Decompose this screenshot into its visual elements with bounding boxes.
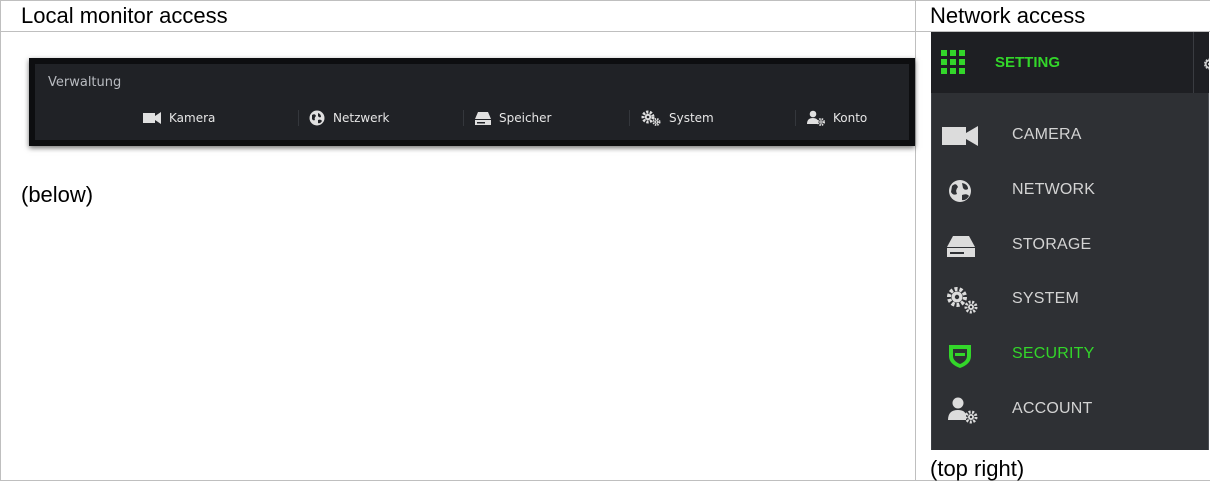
account-user-gear-icon [807, 110, 825, 126]
menu-item-label: NETWORK [1012, 181, 1095, 199]
setting-menu-label[interactable]: SETTING [995, 54, 1060, 71]
network-setting-menu: SETTING ⚙ CAMERA [931, 32, 1209, 450]
below-caption: (below) [21, 182, 93, 208]
menu-item-label: ACCOUNT [1012, 400, 1093, 418]
local-cell: Verwaltung Kamera [1, 32, 916, 481]
menu-item-system[interactable]: SYSTEM [932, 273, 1209, 327]
system-gears-icon [940, 285, 984, 315]
local-item-system[interactable]: System [641, 108, 714, 128]
dropdown-edge [1208, 93, 1209, 450]
menu-item-label: SYSTEM [1012, 290, 1079, 308]
local-item-label: Kamera [169, 111, 215, 125]
local-separator [795, 110, 796, 126]
menu-item-label: SECURITY [1012, 345, 1095, 363]
local-panel-title: Verwaltung [48, 75, 121, 90]
menu-item-security[interactable]: SECURITY [932, 328, 1209, 382]
local-separator [629, 110, 630, 126]
local-item-account[interactable]: Konto [807, 108, 867, 128]
document-table: Local monitor access Network access Verw… [0, 0, 1210, 481]
storage-drive-icon [940, 231, 984, 261]
storage-drive-icon [475, 111, 491, 125]
column-header-network: Network access [916, 1, 1210, 32]
local-item-storage[interactable]: Speicher [475, 108, 551, 128]
local-item-network[interactable]: Netzwerk [309, 108, 389, 128]
account-user-gear-icon [940, 395, 984, 425]
local-management-panel: Verwaltung Kamera [29, 58, 915, 146]
shield-icon [940, 340, 984, 370]
local-panel-inner: Verwaltung Kamera [35, 64, 909, 140]
system-gears-icon [641, 110, 661, 126]
network-cell: SETTING ⚙ CAMERA [916, 32, 1210, 481]
local-separator [463, 110, 464, 126]
menu-item-storage[interactable]: STORAGE [932, 219, 1209, 273]
local-item-label: Speicher [499, 111, 551, 125]
setting-dropdown: CAMERA NETWORK [931, 93, 1209, 450]
local-item-camera[interactable]: Kamera [143, 108, 215, 128]
menu-item-account[interactable]: ACCOUNT [932, 383, 1209, 437]
column-header-local: Local monitor access [1, 1, 916, 32]
top-bar-divider [1193, 32, 1194, 93]
local-separator [298, 110, 299, 126]
network-top-bar: SETTING ⚙ [931, 32, 1209, 93]
grid-menu-icon[interactable] [941, 50, 965, 74]
menu-item-network[interactable]: NETWORK [932, 164, 1209, 218]
cropped-icon-fragment: ⚙ [1203, 56, 1209, 73]
top-right-caption: (top right) [930, 456, 1024, 482]
network-globe-icon [940, 176, 984, 206]
local-item-label: Konto [833, 111, 867, 125]
network-globe-icon [309, 110, 325, 126]
camera-icon [940, 121, 984, 151]
menu-item-camera[interactable]: CAMERA [932, 109, 1209, 163]
local-item-label: System [669, 111, 714, 125]
camera-icon [143, 112, 161, 124]
local-item-label: Netzwerk [333, 111, 389, 125]
menu-item-label: STORAGE [1012, 236, 1091, 254]
menu-item-label: CAMERA [1012, 126, 1082, 144]
